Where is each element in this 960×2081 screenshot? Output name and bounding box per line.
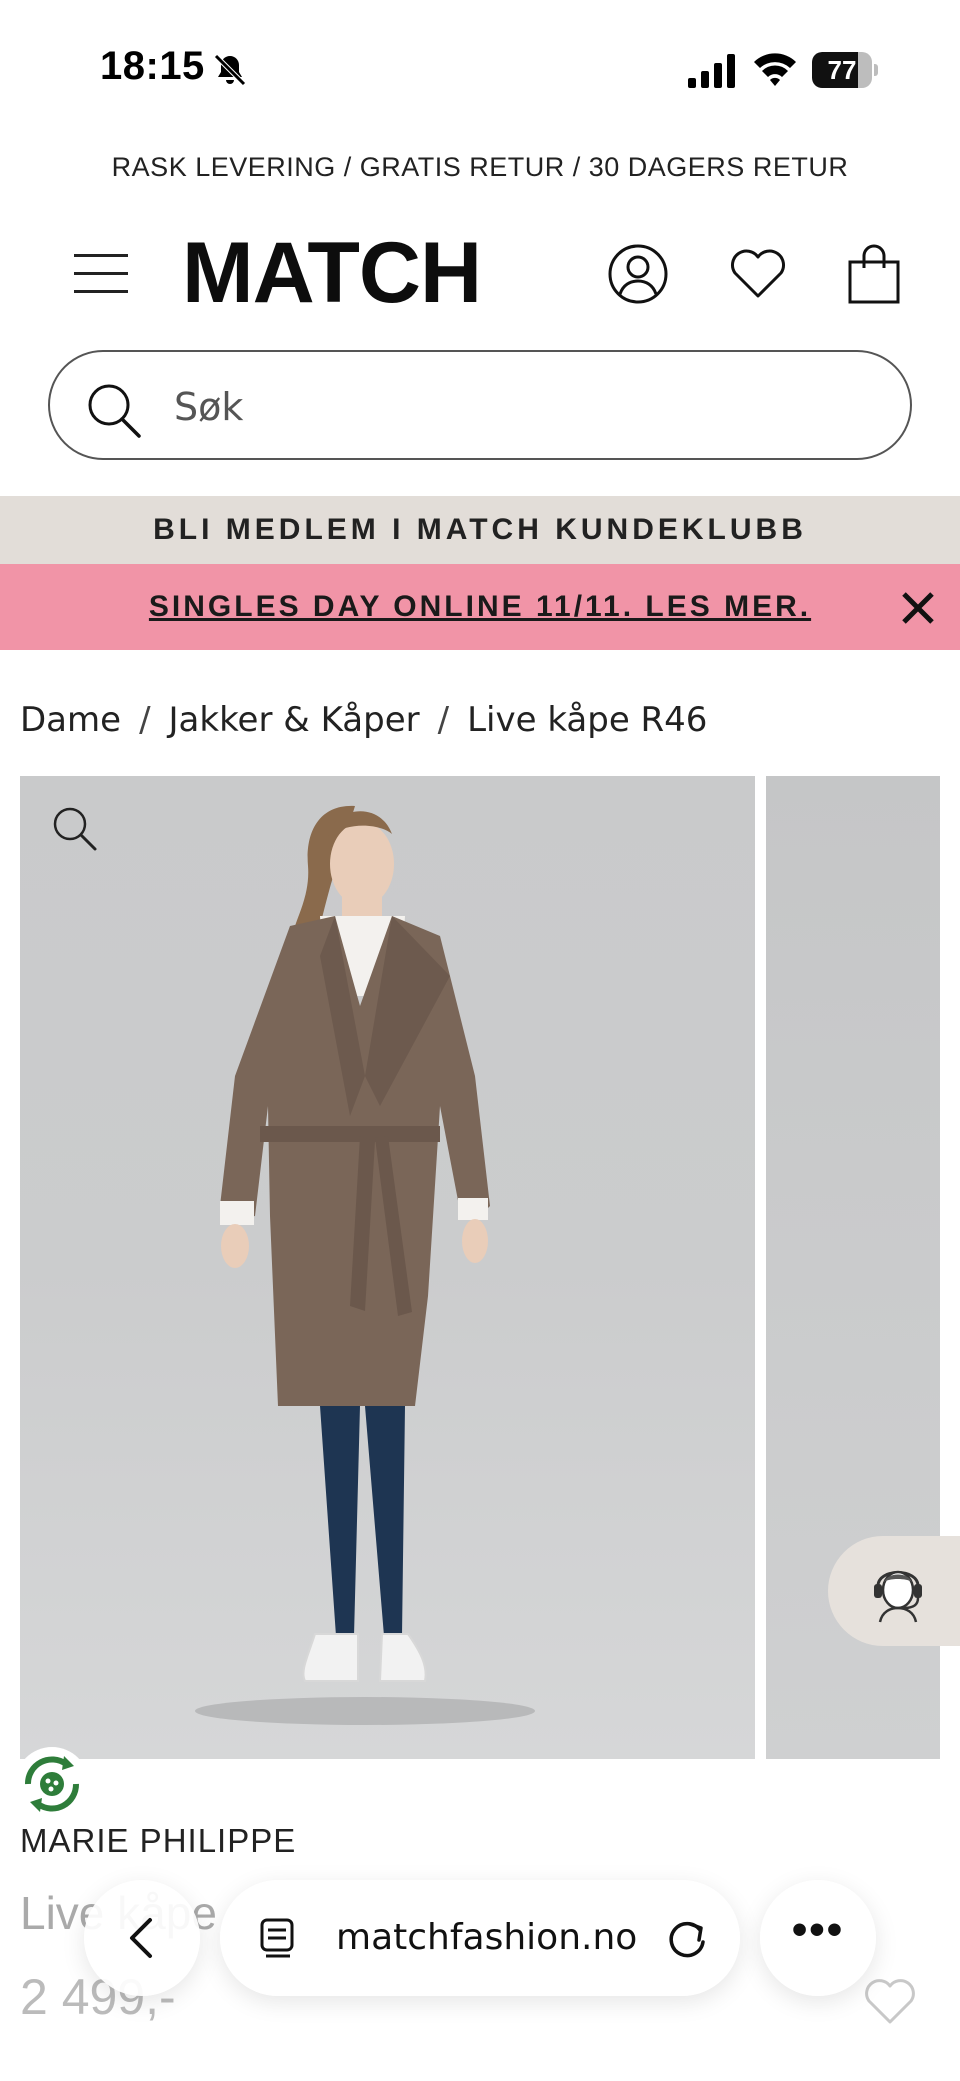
more-options-button[interactable]: ••• xyxy=(760,1880,876,1996)
chevron-left-icon xyxy=(130,1918,152,1958)
breadcrumb-item-jakker[interactable]: Jakker & Kåper xyxy=(169,700,420,740)
breadcrumb-separator: / xyxy=(139,700,151,740)
shipping-promo: RASK LEVERING / GRATIS RETUR / 30 DAGERS… xyxy=(111,152,849,182)
browser-back-button[interactable] xyxy=(84,1880,200,1996)
breadcrumb-item-dame[interactable]: Dame xyxy=(20,700,121,740)
singles-day-link[interactable]: SINGLES DAY ONLINE 11/11. LES MER. xyxy=(0,564,960,650)
coat xyxy=(220,916,490,1406)
headset-agent-icon xyxy=(874,1570,922,1623)
tabs-icon[interactable] xyxy=(256,1916,300,1960)
breadcrumb-item-current: Live kåpe R46 xyxy=(467,700,708,740)
product-image-main[interactable] xyxy=(20,776,755,1759)
search-bar[interactable] xyxy=(48,350,912,460)
heart-icon[interactable] xyxy=(726,242,790,306)
customer-service-button[interactable] xyxy=(828,1536,960,1646)
signal-icon xyxy=(688,54,735,88)
breadcrumb: Dame / Jakker & Kåper / Live kåpe R46 xyxy=(20,700,707,740)
status-time: 18:15 xyxy=(100,44,205,88)
battery-icon: 77 xyxy=(812,52,878,88)
zoom-icon[interactable] xyxy=(50,804,100,854)
account-icon[interactable] xyxy=(606,242,670,306)
close-icon[interactable] xyxy=(896,586,940,630)
product-photo xyxy=(195,805,535,1725)
address-bar[interactable]: matchfashion.no xyxy=(220,1880,740,1996)
status-bar: 18:15 77 xyxy=(0,0,960,120)
sustainability-badge-icon[interactable] xyxy=(14,1746,90,1822)
singles-banner: SINGLES DAY ONLINE 11/11. LES MER. xyxy=(0,564,960,650)
product-brand[interactable]: MARIE PHILIPPE xyxy=(20,1822,296,1860)
jeans xyxy=(320,1406,405,1636)
more-icon: ••• xyxy=(791,1905,845,1954)
search-icon xyxy=(88,384,141,438)
breadcrumb-separator: / xyxy=(437,700,450,740)
battery-level: 77 xyxy=(827,55,857,85)
wifi-icon xyxy=(754,53,796,86)
reload-icon[interactable] xyxy=(664,1916,710,1962)
bell-off-icon xyxy=(214,54,246,86)
club-banner[interactable]: BLI MEDLEM I MATCH KUNDEKLUBB xyxy=(0,496,960,564)
bag-icon[interactable] xyxy=(842,242,906,306)
logo[interactable]: MATCH xyxy=(182,224,482,323)
search-input[interactable] xyxy=(174,382,854,432)
favorite-heart-icon[interactable] xyxy=(862,1976,918,2026)
menu-icon[interactable] xyxy=(74,252,128,296)
url-text[interactable]: matchfashion.no xyxy=(336,1880,637,1996)
